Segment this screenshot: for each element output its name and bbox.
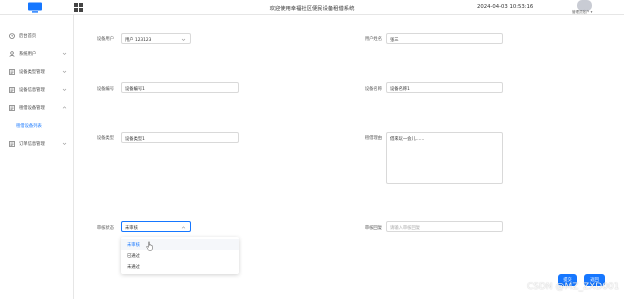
- hand-cursor-icon: [146, 241, 153, 251]
- status-select-value: 未审核: [125, 226, 138, 231]
- sidebar-item-orders[interactable]: 订单信息管理: [0, 138, 74, 150]
- sidebar-item-label: 设备类型管理: [19, 70, 45, 75]
- reason-textarea[interactable]: 借来玩一会儿……: [386, 132, 503, 184]
- csdn-watermark: CSDN @MZ_ZXD001: [527, 282, 620, 292]
- user-select-value: 用户 123123: [125, 38, 152, 43]
- sidebar-item-label: 设备信息管理: [19, 88, 45, 93]
- list-icon: [9, 87, 15, 93]
- chevron-up-icon: [62, 106, 67, 109]
- device-no-label: 设备编号: [96, 87, 114, 92]
- status-option-approved[interactable]: 已通过: [121, 250, 239, 261]
- list-icon: [9, 105, 15, 111]
- sidebar-item-rental-device-list[interactable]: 租借设备列表: [0, 120, 74, 132]
- reason-label: 租借理由: [364, 136, 382, 141]
- user-label: 设备用户: [96, 37, 114, 42]
- sidebar-item-label: 系统用户: [19, 52, 37, 57]
- current-datetime: 2024-04-03 10:53:16: [477, 4, 534, 10]
- sidebar-item-rental-devices[interactable]: 租借设备管理: [0, 102, 74, 114]
- device-type-field[interactable]: 设备类型1: [121, 132, 239, 143]
- sidebar-item-label: 订单信息管理: [19, 142, 45, 147]
- clock-icon: [9, 33, 15, 39]
- sidebar: 后台首页 系统用户 设备类型管理 设备信息管理 租借设备管理 租借设备列表 订单…: [0, 15, 74, 299]
- device-name-label: 设备名称: [364, 87, 382, 92]
- device-name-field[interactable]: 设备名称1: [386, 82, 503, 93]
- sidebar-item-home[interactable]: 后台首页: [0, 30, 74, 42]
- status-dropdown: 未审核 已通过 未通过: [121, 237, 239, 274]
- chevron-down-icon: [181, 38, 186, 41]
- sidebar-item-label: 租借设备列表: [16, 124, 42, 129]
- chevron-down-icon: [62, 142, 67, 145]
- top-bar: 欢迎使用幸福社区便民设备租借系统 2024-04-03 10:53:16 管理员…: [0, 0, 624, 15]
- status-label: 审核状态: [96, 226, 114, 231]
- status-select[interactable]: 未审核: [121, 221, 191, 232]
- list-icon: [9, 69, 15, 75]
- device-no-field[interactable]: 设备编号1: [121, 82, 239, 93]
- sidebar-item-label: 租借设备管理: [19, 106, 45, 111]
- user-name: 管理员账户: [572, 10, 590, 14]
- user-icon: [9, 51, 15, 57]
- user-select[interactable]: 用户 123123: [121, 33, 191, 44]
- chevron-up-icon: [181, 226, 186, 229]
- reply-label: 审核回复: [364, 226, 382, 231]
- chevron-down-icon: [62, 52, 67, 55]
- sidebar-item-system-users[interactable]: 系统用户: [0, 48, 74, 60]
- list-icon: [9, 141, 15, 147]
- chevron-down-icon: [62, 70, 67, 73]
- status-option-rejected[interactable]: 未通过: [121, 261, 239, 272]
- sidebar-item-device-types[interactable]: 设备类型管理: [0, 66, 74, 78]
- sidebar-item-label: 后台首页: [19, 34, 37, 39]
- device-type-label: 设备类型: [96, 136, 114, 141]
- chevron-down-icon: [62, 88, 67, 91]
- status-option-pending[interactable]: 未审核: [121, 239, 239, 250]
- reply-field[interactable]: 请输入审核回复: [386, 221, 503, 232]
- user-name-label: 用户姓名: [364, 37, 382, 42]
- sidebar-item-device-info[interactable]: 设备信息管理: [0, 84, 74, 96]
- user-name-field[interactable]: 张三: [386, 33, 503, 44]
